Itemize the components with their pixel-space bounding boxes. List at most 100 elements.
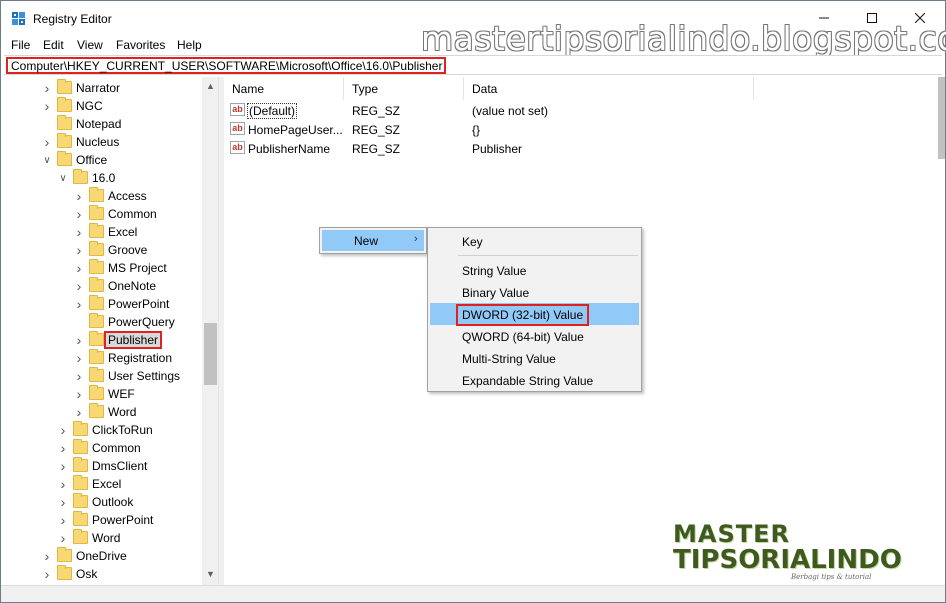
tree-item-label: Groove [108,243,148,257]
chevron-right-icon[interactable]: › [74,296,84,312]
scroll-thumb[interactable] [204,323,217,385]
values-scrollbar[interactable] [938,77,945,159]
chevron-right-icon[interactable]: › [58,440,68,456]
chevron-right-icon[interactable]: › [74,404,84,420]
tree-scrollbar[interactable]: ▲ ▼ [202,77,218,585]
menu-new-label: New [354,234,379,248]
tree-item-label: Outlook [92,495,134,509]
tree-item-label: Word [108,405,137,419]
new-submenu: Key String Value Binary Value DWORD (32-bit… [427,227,642,392]
tree-item[interactable]: › Common [4,205,202,223]
tree-item[interactable]: › OneDrive [4,547,202,565]
chevron-right-icon[interactable]: › [74,332,84,348]
tree-item[interactable]: › Excel [4,475,202,493]
menu-file[interactable]: File [11,38,30,52]
menu-new[interactable]: New › [322,230,424,251]
chevron-right-icon[interactable]: › [58,530,68,546]
tree-item[interactable]: › User Settings [4,367,202,385]
chevron-right-icon[interactable]: › [74,386,84,402]
tree-item[interactable]: › Common [4,439,202,457]
tree-item[interactable]: › Groove [4,241,202,259]
chevron-down-icon[interactable]: ∨ [58,171,68,185]
scroll-up-icon[interactable]: ▲ [202,77,218,94]
tree-item[interactable]: › Osk [4,565,202,583]
submenu-item[interactable]: Multi-String Value [430,347,639,369]
folder-icon [73,169,88,184]
tree-item[interactable]: › DmsClient [4,457,202,475]
tree-item[interactable]: › NGC [4,97,202,115]
chevron-right-icon[interactable]: › [74,188,84,204]
registry-tree[interactable]: › Narrator › NGC Notepad › Nucleus ∨ Office ∨ 16.0… [4,77,219,585]
maximize-button[interactable] [849,1,895,35]
tree-item[interactable]: ∨ Office [4,151,202,169]
chevron-right-icon[interactable]: › [74,260,84,276]
column-header-type[interactable]: Type [344,77,464,100]
tree-item[interactable]: › Word [4,403,202,421]
close-button[interactable] [897,1,943,35]
tree-item[interactable]: › Access [4,187,202,205]
tree-item-label: MS Project [108,261,167,275]
submenu-item[interactable]: QWORD (64-bit) Value [430,325,639,347]
submenu-item[interactable]: String Value [430,259,639,281]
chevron-right-icon[interactable]: › [74,350,84,366]
tree-item-label: Notepad [76,117,122,131]
tree-item[interactable]: › Narrator [4,79,202,97]
menu-view[interactable]: View [77,38,103,52]
chevron-right-icon[interactable]: › [74,224,84,240]
value-row[interactable]: ab HomePageUser... REG_SZ {} [224,120,744,139]
tree-item-label: Registration [108,351,173,365]
address-path[interactable]: Computer\HKEY_CURRENT_USER\SOFTWARE\Micr… [6,57,447,74]
chevron-right-icon[interactable]: › [58,422,68,438]
logo-line-2: TIPSORIALINDO [673,545,902,575]
tree-item[interactable]: › WEF [4,385,202,403]
chevron-right-icon[interactable]: › [58,476,68,492]
chevron-right-icon[interactable]: › [42,548,52,564]
tree-item[interactable]: › PowerPoint [4,295,202,313]
chevron-right-icon[interactable]: › [58,512,68,528]
chevron-right-icon[interactable]: › [74,206,84,222]
scroll-down-icon[interactable]: ▼ [202,565,218,582]
submenu-item[interactable]: Expandable String Value [430,369,639,391]
tree-item[interactable]: ∨ 16.0 [4,169,202,187]
chevron-right-icon[interactable]: › [58,458,68,474]
chevron-right-icon[interactable]: › [74,368,84,384]
chevron-right-icon[interactable]: › [58,494,68,510]
tree-item[interactable]: › PowerPoint [4,511,202,529]
chevron-right-icon[interactable]: › [74,242,84,258]
minimize-button[interactable] [801,1,847,35]
tree-item[interactable]: › OneNote [4,277,202,295]
submenu-item[interactable]: Key [430,230,639,252]
column-header-data[interactable]: Data [464,77,754,100]
chevron-right-icon[interactable]: › [42,566,52,582]
tree-item[interactable]: › Registration [4,349,202,367]
chevron-right-icon[interactable]: › [42,80,52,96]
tree-item[interactable]: › Nucleus [4,133,202,151]
column-header-name[interactable]: Name [224,77,344,100]
menu-edit[interactable]: Edit [43,38,64,52]
tree-item[interactable]: PowerQuery [4,313,202,331]
value-row[interactable]: ab (Default) REG_SZ (value not set) [224,101,744,120]
folder-icon [57,79,72,94]
tree-item[interactable]: Notepad [4,115,202,133]
chevron-down-icon[interactable]: ∨ [42,153,52,167]
tree-item-label: DmsClient [92,459,148,473]
menu-favorites[interactable]: Favorites [116,38,165,52]
chevron-right-icon[interactable]: › [74,278,84,294]
value-name: (Default) [246,103,298,119]
title-bar: Registry Editor mastertipsorialindo.blog… [1,1,946,58]
tree-item-label: Common [108,207,157,221]
tree-item[interactable]: › Outlook [4,493,202,511]
tree-item[interactable]: › Word [4,529,202,547]
chevron-right-icon[interactable]: › [42,134,52,150]
menu-help[interactable]: Help [177,38,202,52]
submenu-item[interactable]: DWORD (32-bit) Value [430,303,639,326]
submenu-item[interactable]: Binary Value [430,281,639,303]
tree-item[interactable]: › Excel [4,223,202,241]
chevron-right-icon[interactable]: › [42,98,52,114]
value-row[interactable]: ab PublisherName REG_SZ Publisher [224,139,744,158]
folder-icon [89,313,104,328]
tree-item[interactable]: › MS Project [4,259,202,277]
address-bar[interactable]: Computer\HKEY_CURRENT_USER\SOFTWARE\Micr… [4,55,942,75]
tree-item[interactable]: › Publisher [4,331,202,349]
tree-item[interactable]: › ClickToRun [4,421,202,439]
